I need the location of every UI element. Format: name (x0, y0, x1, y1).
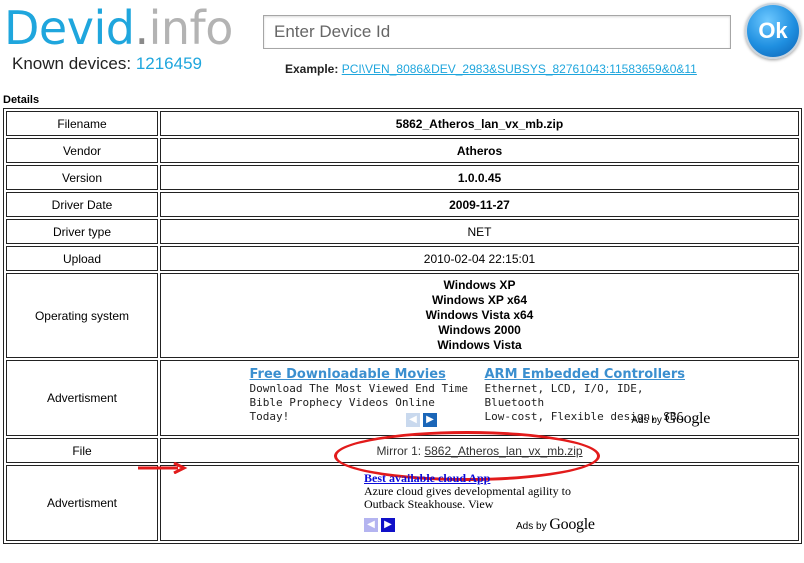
row-label: File (6, 438, 158, 463)
ad-item[interactable]: Free Downloadable Movies Download The Mo… (250, 367, 475, 435)
ad-text: Ethernet, LCD, I/O, IDE, Bluetooth (484, 382, 644, 409)
ad-nav: ◀ ▶ (364, 518, 395, 532)
ad-text: Download The Most Viewed End Time (249, 382, 469, 395)
advert-block: Free Downloadable Movies Download The Mo… (160, 360, 799, 436)
table-row: Advertisment Best available cloud App Az… (6, 465, 799, 541)
chevron-left-icon[interactable]: ◀ (364, 518, 378, 532)
known-devices-label: Known devices: (12, 54, 132, 73)
chevron-right-icon[interactable]: ▶ (381, 518, 395, 532)
ok-button[interactable]: Ok (745, 3, 801, 59)
site-logo[interactable]: Devid.info (4, 0, 233, 58)
row-label: Upload (6, 246, 158, 271)
table-row: Filename 5862_Atheros_lan_vx_mb.zip (6, 111, 799, 136)
row-label: Version (6, 165, 158, 190)
red-arrow-icon (138, 462, 188, 474)
ads-by-label: Ads by (631, 415, 662, 426)
logo-info: info (148, 1, 234, 55)
logo-dot: . (134, 1, 149, 55)
ad-nav: ◀ ▶ (406, 413, 437, 427)
table-row: Driver Date 2009-11-27 (6, 192, 799, 217)
example-link[interactable]: PCI\VEN_8086&DEV_2983&SUBSYS_82761043:11… (342, 62, 697, 76)
ads-by-label: Ads by (516, 521, 547, 532)
device-id-search-input[interactable] (263, 15, 731, 49)
row-label: Advertisment (6, 360, 158, 436)
advert-block: Best available cloud App Azure cloud giv… (160, 465, 799, 541)
row-label: Vendor (6, 138, 158, 163)
filename-value: 5862_Atheros_lan_vx_mb.zip (160, 111, 799, 136)
driver-date-value: 2009-11-27 (160, 192, 799, 217)
version-value: 1.0.0.45 (160, 165, 799, 190)
os-list: Windows XP Windows XP x64 Windows Vista … (161, 278, 798, 353)
google-logo: Google (664, 410, 711, 427)
table-row: Upload 2010-02-04 22:15:01 (6, 246, 799, 271)
ad-text: Bible Prophecy Videos Online Today! (249, 396, 435, 423)
table-row: Advertisment Free Downloadable Movies Do… (6, 360, 799, 436)
os-item: Windows 2000 (438, 323, 521, 337)
chevron-left-icon[interactable]: ◀ (406, 413, 420, 427)
os-item: Windows Vista x64 (425, 308, 534, 322)
ad-title[interactable]: Free Downloadable Movies (250, 367, 475, 382)
mirror-entry: Mirror 1: 5862_Atheros_lan_vx_mb.zip (334, 430, 601, 481)
details-table: Filename 5862_Atheros_lan_vx_mb.zip Vend… (3, 108, 802, 544)
os-value: Windows XP Windows XP x64 Windows Vista … (160, 273, 799, 358)
example-label: Example: (285, 62, 339, 76)
google-logo: Google (549, 516, 595, 533)
os-item: Windows XP x64 (431, 293, 528, 307)
file-value: Mirror 1: 5862_Atheros_lan_vx_mb.zip (160, 430, 799, 481)
table-row: File Mirror 1: 5862_Atheros_lan_vx_mb.zi… (6, 430, 799, 481)
ad-unit: Free Downloadable Movies Download The Mo… (161, 361, 798, 435)
row-label: Operating system (6, 273, 158, 358)
details-heading: Details (3, 94, 40, 106)
ad-text: Outback Steakhouse. View (364, 497, 494, 511)
driver-type-value: NET (160, 219, 799, 244)
known-devices: Known devices: 1216459 (12, 54, 202, 74)
ad-unit: Best available cloud App Azure cloud giv… (161, 466, 798, 540)
chevron-right-icon[interactable]: ▶ (423, 413, 437, 427)
table-row: Operating system Windows XP Windows XP x… (6, 273, 799, 358)
known-devices-count: 1216459 (135, 54, 202, 73)
table-row: Version 1.0.0.45 (6, 165, 799, 190)
upload-value: 2010-02-04 22:15:01 (160, 246, 799, 271)
logo-devid: Devid (4, 1, 135, 55)
ad-title[interactable]: ARM Embedded Controllers (485, 367, 710, 382)
vendor-value: Atheros (160, 138, 799, 163)
table-row: Driver type NET (6, 219, 799, 244)
os-item: Windows Vista (437, 338, 522, 352)
ads-by-google[interactable]: Ads by Google (631, 410, 710, 428)
ads-by-google[interactable]: Ads by Google (516, 516, 595, 534)
row-label: Driver Date (6, 192, 158, 217)
table-row: Vendor Atheros (6, 138, 799, 163)
os-item: Windows XP (443, 278, 516, 292)
row-label: Filename (6, 111, 158, 136)
example-hint: Example: PCI\VEN_8086&DEV_2983&SUBSYS_82… (285, 62, 697, 76)
ad-item[interactable]: Best available cloud App Azure cloud giv… (364, 472, 571, 511)
row-label: Advertisment (6, 465, 158, 541)
row-label: Driver type (6, 219, 158, 244)
